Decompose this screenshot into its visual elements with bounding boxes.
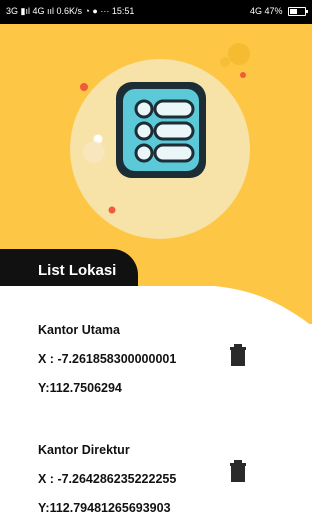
location-y: Y:112.7506294 bbox=[38, 381, 122, 395]
location-y: Y:112.79481265693903 bbox=[38, 501, 171, 515]
location-x: X : -7.261858300000001 bbox=[38, 352, 177, 366]
status-bar: 3G ▮ıl 4G ııl 0.6K/s ◔ ● ··· 15:51 4G 47… bbox=[0, 0, 312, 24]
status-time: 15:51 bbox=[111, 6, 135, 16]
trash-icon[interactable] bbox=[229, 344, 247, 366]
hero-illustration bbox=[70, 43, 250, 239]
trash-icon[interactable] bbox=[229, 460, 247, 482]
location-x: X : -7.264286235222255 bbox=[38, 472, 177, 486]
status-right: 4G 47% bbox=[249, 6, 308, 17]
location-item: Kantor Direktur X : -7.264286235222255 Y… bbox=[38, 443, 176, 515]
battery-icon bbox=[288, 7, 308, 17]
location-name: Kantor Utama bbox=[38, 323, 120, 337]
location-name: Kantor Direktur bbox=[38, 443, 130, 457]
page-title: List Lokasi bbox=[38, 262, 117, 279]
network-status: 3G ▮ıl 4G ııl 0.6K/s bbox=[6, 6, 82, 16]
list-icon bbox=[116, 82, 206, 178]
status-right-text: 4G 47% bbox=[249, 6, 283, 16]
notification-icons: ◔ ● ··· bbox=[84, 6, 112, 16]
location-item: Kantor Utama X : -7.261858300000001 Y:11… bbox=[38, 323, 176, 395]
status-left: 3G ▮ıl 4G ııl 0.6K/s ◔ ● ··· 15:51 bbox=[6, 6, 134, 17]
